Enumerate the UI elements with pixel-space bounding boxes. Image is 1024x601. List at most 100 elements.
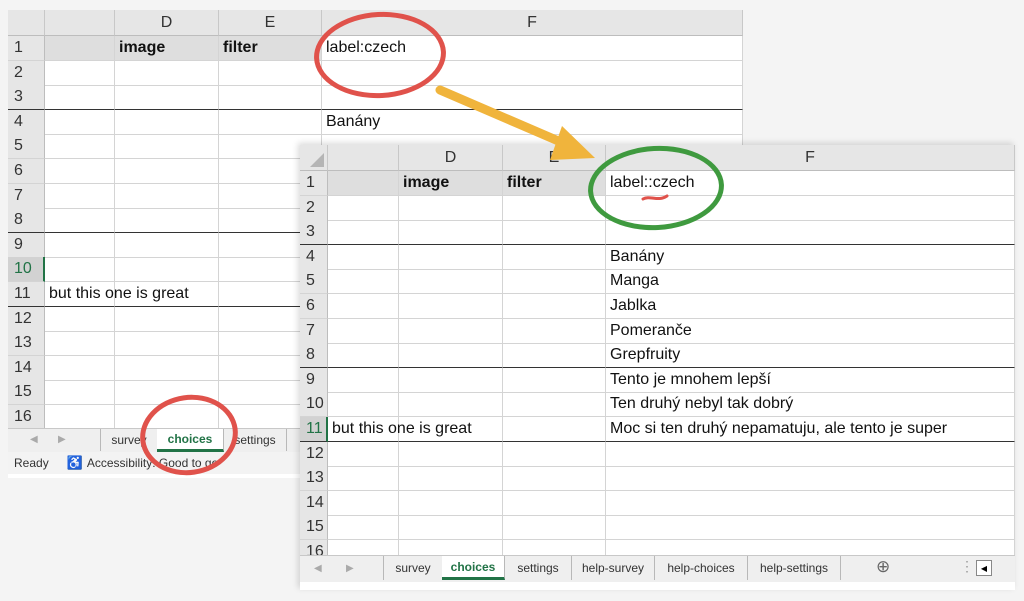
row-header[interactable]: 15	[8, 380, 45, 406]
cell-d3[interactable]	[399, 220, 503, 246]
cell-d7[interactable]	[115, 183, 219, 209]
row-header[interactable]: 13	[300, 466, 328, 492]
plus-circle-icon[interactable]: ⊕	[876, 557, 890, 577]
cell-c12[interactable]	[328, 441, 399, 467]
cell-d9[interactable]	[115, 232, 219, 258]
row-header[interactable]: 14	[300, 490, 328, 516]
cell-c7[interactable]	[45, 183, 115, 209]
tab-scroll-left-icon[interactable]: ◀	[30, 434, 38, 445]
tab-scroll-left-icon[interactable]: ◀	[314, 563, 322, 574]
tab-help-choices[interactable]: help-choices	[655, 556, 748, 580]
row-header[interactable]: 1	[8, 36, 45, 61]
cell-d11[interactable]	[399, 417, 503, 442]
cell-d11[interactable]	[115, 282, 219, 307]
cell-c4[interactable]	[328, 244, 399, 270]
cell-d12[interactable]	[115, 306, 219, 332]
column-header-c[interactable]	[328, 145, 399, 171]
cell-d5[interactable]	[399, 269, 503, 295]
cell-f13[interactable]	[606, 466, 1015, 492]
cell-e13[interactable]	[503, 466, 606, 492]
row-header[interactable]: 7	[300, 318, 328, 344]
row-header[interactable]: 8	[8, 208, 45, 234]
cell-c13[interactable]	[45, 331, 115, 357]
row-header[interactable]: 11	[300, 417, 328, 442]
cell-c16[interactable]	[45, 405, 115, 430]
cell-f9[interactable]: Tento je mnohem lepší	[606, 367, 1015, 393]
cell-d6[interactable]	[115, 159, 219, 184]
cell-d13[interactable]	[399, 466, 503, 492]
row-header[interactable]: 4	[300, 244, 328, 270]
cell-c1[interactable]	[45, 36, 115, 61]
cell-f4[interactable]: Banány	[606, 244, 1015, 270]
row-header[interactable]: 2	[300, 195, 328, 221]
cell-e7[interactable]	[503, 318, 606, 344]
cell-c14[interactable]	[328, 490, 399, 516]
cell-e4[interactable]	[503, 244, 606, 270]
cell-c15[interactable]	[328, 515, 399, 541]
cell-d13[interactable]	[115, 331, 219, 357]
cell-c10[interactable]	[45, 257, 115, 283]
cell-d5[interactable]	[115, 134, 219, 160]
cell-c6[interactable]	[45, 159, 115, 184]
row-header[interactable]: 10	[8, 257, 45, 283]
cell-d7[interactable]	[399, 318, 503, 344]
row-header[interactable]: 1	[300, 171, 328, 196]
row-header[interactable]: 4	[8, 109, 45, 135]
cell-c2[interactable]	[328, 195, 399, 221]
row-header[interactable]: 5	[8, 134, 45, 160]
cell-f5[interactable]: Manga	[606, 269, 1015, 295]
cell-d1[interactable]: image	[399, 171, 503, 196]
cell-d6[interactable]	[399, 294, 503, 319]
cell-e3[interactable]	[503, 220, 606, 246]
more-options-icon[interactable]: ⋮	[960, 558, 974, 575]
row-header[interactable]: 14	[8, 355, 45, 381]
cell-c10[interactable]	[328, 392, 399, 418]
cell-c11[interactable]: but this one is great	[328, 417, 472, 442]
cell-e12[interactable]	[503, 441, 606, 467]
row-header[interactable]: 13	[8, 331, 45, 357]
cell-f14[interactable]	[606, 490, 1015, 516]
tab-scroll-right-icon[interactable]: ▶	[58, 434, 66, 445]
cell-c4[interactable]	[45, 109, 115, 135]
cell-d12[interactable]	[399, 441, 503, 467]
row-header[interactable]: 3	[300, 220, 328, 246]
select-all-corner[interactable]	[300, 145, 328, 171]
cell-c1[interactable]	[328, 171, 399, 196]
cell-d8[interactable]	[399, 343, 503, 369]
cell-d3[interactable]	[115, 85, 219, 111]
cell-c6[interactable]	[328, 294, 399, 319]
cell-c8[interactable]	[45, 208, 115, 234]
row-header[interactable]: 9	[8, 232, 45, 258]
cell-f15[interactable]	[606, 515, 1015, 541]
cell-d10[interactable]	[115, 257, 219, 283]
cell-e3[interactable]	[219, 85, 322, 111]
cell-d1[interactable]: image	[115, 36, 219, 61]
cell-c11[interactable]: but this one is great	[45, 282, 189, 307]
cell-c9[interactable]	[328, 367, 399, 393]
cell-f7[interactable]: Pomeranče	[606, 318, 1015, 344]
horizontal-scroll-left-icon[interactable]: ◀	[976, 560, 992, 576]
column-header-c[interactable]	[45, 10, 115, 36]
cell-f6[interactable]: Jablka	[606, 294, 1015, 319]
row-header[interactable]: 6	[8, 159, 45, 184]
cell-c9[interactable]	[45, 232, 115, 258]
row-header[interactable]: 11	[8, 282, 45, 307]
row-header[interactable]: 6	[300, 294, 328, 319]
cell-e11[interactable]	[503, 417, 606, 442]
cell-f11[interactable]: Moc si ten druhý nepamatuju, ale tento j…	[606, 417, 1015, 442]
cell-c3[interactable]	[45, 85, 115, 111]
cell-c2[interactable]	[45, 60, 115, 86]
select-all-corner[interactable]	[8, 10, 45, 36]
cell-e1[interactable]: filter	[219, 36, 322, 61]
row-header[interactable]: 3	[8, 85, 45, 111]
cell-d2[interactable]	[399, 195, 503, 221]
cell-d4[interactable]	[399, 244, 503, 270]
cell-e4[interactable]	[219, 109, 322, 135]
cell-c13[interactable]	[328, 466, 399, 492]
cell-c3[interactable]	[328, 220, 399, 246]
cell-e9[interactable]	[503, 367, 606, 393]
cell-d14[interactable]	[399, 490, 503, 516]
cell-c7[interactable]	[328, 318, 399, 344]
row-header[interactable]: 5	[300, 269, 328, 295]
tab-survey[interactable]: survey	[383, 556, 443, 580]
